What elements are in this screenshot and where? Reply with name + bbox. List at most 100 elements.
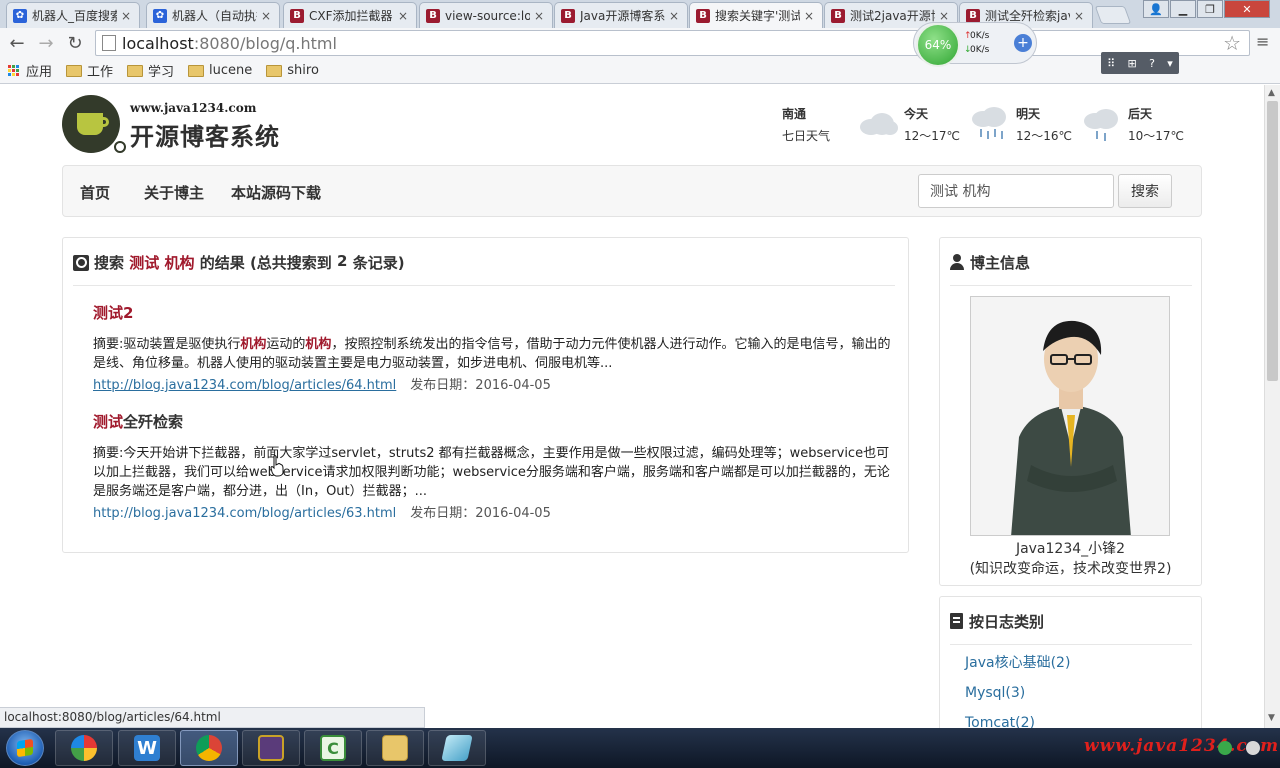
tab-baidu-robot-search[interactable]: ✿ 机器人_百度搜索 × [6, 2, 140, 28]
panel-heading: 博主信息 [950, 252, 1192, 286]
address-bar[interactable]: localhost:8080/blog/q.html ☆ [95, 30, 1250, 56]
help-icon[interactable]: ? [1149, 57, 1155, 70]
tray-volume-icon[interactable] [1246, 741, 1260, 755]
browser-toolbar: ← → ↻ localhost:8080/blog/q.html ☆ ≡ [0, 28, 1280, 58]
search-button[interactable]: 搜索 [1118, 174, 1172, 208]
result-count: 2 [337, 252, 348, 270]
weather-day-after: 后天 10～17℃ [1080, 103, 1190, 147]
folder-icon [266, 64, 283, 77]
vertical-scrollbar[interactable]: ▲ ▼ [1264, 85, 1280, 728]
folder-icon [188, 64, 205, 77]
close-icon[interactable]: × [804, 9, 816, 23]
bookmark-folder-study[interactable]: 学习 [127, 61, 174, 80]
bookmark-apps[interactable]: 应用 [8, 61, 52, 80]
page-viewport: www.java1234.com 开源博客系统 南通 七日天气 今天 12～17… [0, 85, 1264, 728]
forward-arrow-icon[interactable]: → [35, 32, 57, 54]
result-title[interactable]: 测试全歼检索 [93, 411, 895, 432]
close-icon[interactable]: × [534, 9, 546, 23]
search-input[interactable]: 测试 机构 [918, 174, 1114, 208]
category-item[interactable]: Mysql(3) [965, 683, 1070, 713]
new-tab-button[interactable] [1094, 6, 1132, 24]
nav-home[interactable]: 首页 [80, 182, 110, 203]
bookmarks-bar: 应用 工作 学习 lucene shiro [0, 58, 1280, 84]
tab-cxf-interceptor[interactable]: B CXF添加拦截器 × [283, 2, 417, 28]
bookmark-folder-shiro[interactable]: shiro [266, 63, 319, 78]
result-link[interactable]: http://blog.java1234.com/blog/articles/6… [93, 506, 396, 521]
blogger-name: Java1234_小锋2 [1015, 541, 1126, 557]
category-panel: 按日志类别 Java核心基础(2) Mysql(3) Tomcat(2) [939, 596, 1202, 728]
reload-icon[interactable]: ↻ [64, 32, 86, 54]
memory-gauge: 64% [916, 23, 960, 67]
close-icon[interactable]: × [121, 9, 133, 23]
result-summary: 摘要:今天开始讲下拦截器，前面大家学过servlet，struts2 都有拦截器… [93, 446, 890, 499]
weather-subtitle: 七日天气 [782, 129, 831, 143]
scroll-down-arrow-icon[interactable]: ▼ [1268, 713, 1275, 723]
page-icon [102, 35, 116, 51]
start-button[interactable] [6, 730, 44, 766]
link-status-bar: localhost:8080/blog/articles/64.html [0, 707, 425, 728]
blogger-signature: (知识改变命运，技术改变世界2) [969, 561, 1172, 577]
baidu-paw-icon: ✿ [13, 8, 27, 23]
task-camtasia[interactable]: C [304, 730, 362, 766]
result-link[interactable]: http://blog.java1234.com/blog/articles/6… [93, 378, 396, 393]
nav-about[interactable]: 关于博主 [144, 182, 204, 203]
close-icon[interactable]: × [1074, 9, 1086, 23]
tab-java-blog[interactable]: B Java开源博客系统 × [554, 2, 688, 28]
result-title[interactable]: 测试2 [93, 302, 895, 323]
logo-name: 开源博客系统 [130, 123, 280, 151]
result-date: 发布日期：2016-04-05 [410, 506, 551, 521]
blog-b-icon: B [426, 8, 440, 23]
close-icon[interactable]: × [939, 9, 951, 23]
search-results-panel: 搜索 测试 机构 的结果 (总共搜索到 2 条记录) 测试2 摘要:驱动装置是驱… [62, 237, 909, 553]
close-icon[interactable]: × [398, 9, 410, 23]
result-date: 发布日期：2016-04-05 [410, 378, 551, 393]
network-monitor-widget[interactable]: 64% ↑ 0K/s ↓ 0K/s + [913, 22, 1037, 67]
scroll-thumb[interactable] [1267, 101, 1278, 381]
tab-search-keyword[interactable]: B 搜索关键字'测试 机构' × [689, 2, 823, 28]
logo-url: www.java1234.com [130, 101, 257, 115]
task-chrome[interactable] [180, 730, 238, 766]
window-close-button[interactable]: ✕ [1224, 0, 1270, 18]
user-icon [950, 254, 964, 270]
weather-city: 南通 [782, 107, 807, 121]
close-icon[interactable]: × [261, 9, 273, 23]
tab-view-source[interactable]: B view-source:localhost × [419, 2, 553, 28]
blog-b-icon: B [966, 8, 980, 23]
category-item[interactable]: Java核心基础(2) [965, 653, 1070, 683]
ime-mode-icon[interactable]: ⊞ [1128, 57, 1137, 70]
search-icon [73, 255, 89, 271]
blogger-info-panel: 博主信息 Java1234_小锋2 (知识改变命运，技术改变世界2) [939, 237, 1202, 586]
maximize-button[interactable]: ❐ [1197, 0, 1223, 18]
baidu-paw-icon: ✿ [153, 8, 167, 23]
ime-toolbar[interactable]: ⠿ ⊞ ? ▾ [1101, 52, 1179, 74]
task-eclipse-ee[interactable] [242, 730, 300, 766]
bookmark-folder-work[interactable]: 工作 [66, 61, 113, 80]
rain-icon [968, 107, 1012, 143]
tray-network-icon[interactable] [1218, 741, 1232, 755]
tab-baidu-robot-baike[interactable]: ✿ 机器人（自动执行机器） × [146, 2, 280, 28]
task-explorer[interactable] [366, 730, 424, 766]
chrome-menu-icon[interactable]: ≡ [1256, 32, 1269, 51]
folder-icon [66, 64, 83, 77]
chevron-down-icon[interactable]: ▾ [1167, 57, 1173, 70]
avatar [970, 296, 1170, 536]
task-notepad[interactable] [428, 730, 486, 766]
bookmark-folder-lucene[interactable]: lucene [188, 63, 252, 78]
plus-icon[interactable]: + [1014, 34, 1032, 52]
scroll-up-arrow-icon[interactable]: ▲ [1268, 88, 1275, 98]
panel-heading: 按日志类别 [950, 611, 1192, 645]
minimize-button[interactable]: ▁ [1170, 0, 1196, 18]
close-icon[interactable]: × [669, 9, 681, 23]
bookmark-star-icon[interactable]: ☆ [1223, 31, 1241, 55]
cloud-icon [856, 107, 900, 143]
back-arrow-icon[interactable]: ← [6, 32, 28, 54]
chrome-icon [196, 735, 222, 761]
task-word[interactable]: W [118, 730, 176, 766]
word-icon: W [134, 735, 160, 761]
url-host: localhost [122, 33, 194, 53]
nav-source-download[interactable]: 本站源码下载 [231, 182, 321, 203]
task-app-color[interactable] [55, 730, 113, 766]
category-item[interactable]: Tomcat(2) [965, 713, 1070, 728]
site-logo[interactable]: www.java1234.com 开源博客系统 [62, 95, 292, 155]
user-icon[interactable]: 👤 [1143, 0, 1169, 18]
